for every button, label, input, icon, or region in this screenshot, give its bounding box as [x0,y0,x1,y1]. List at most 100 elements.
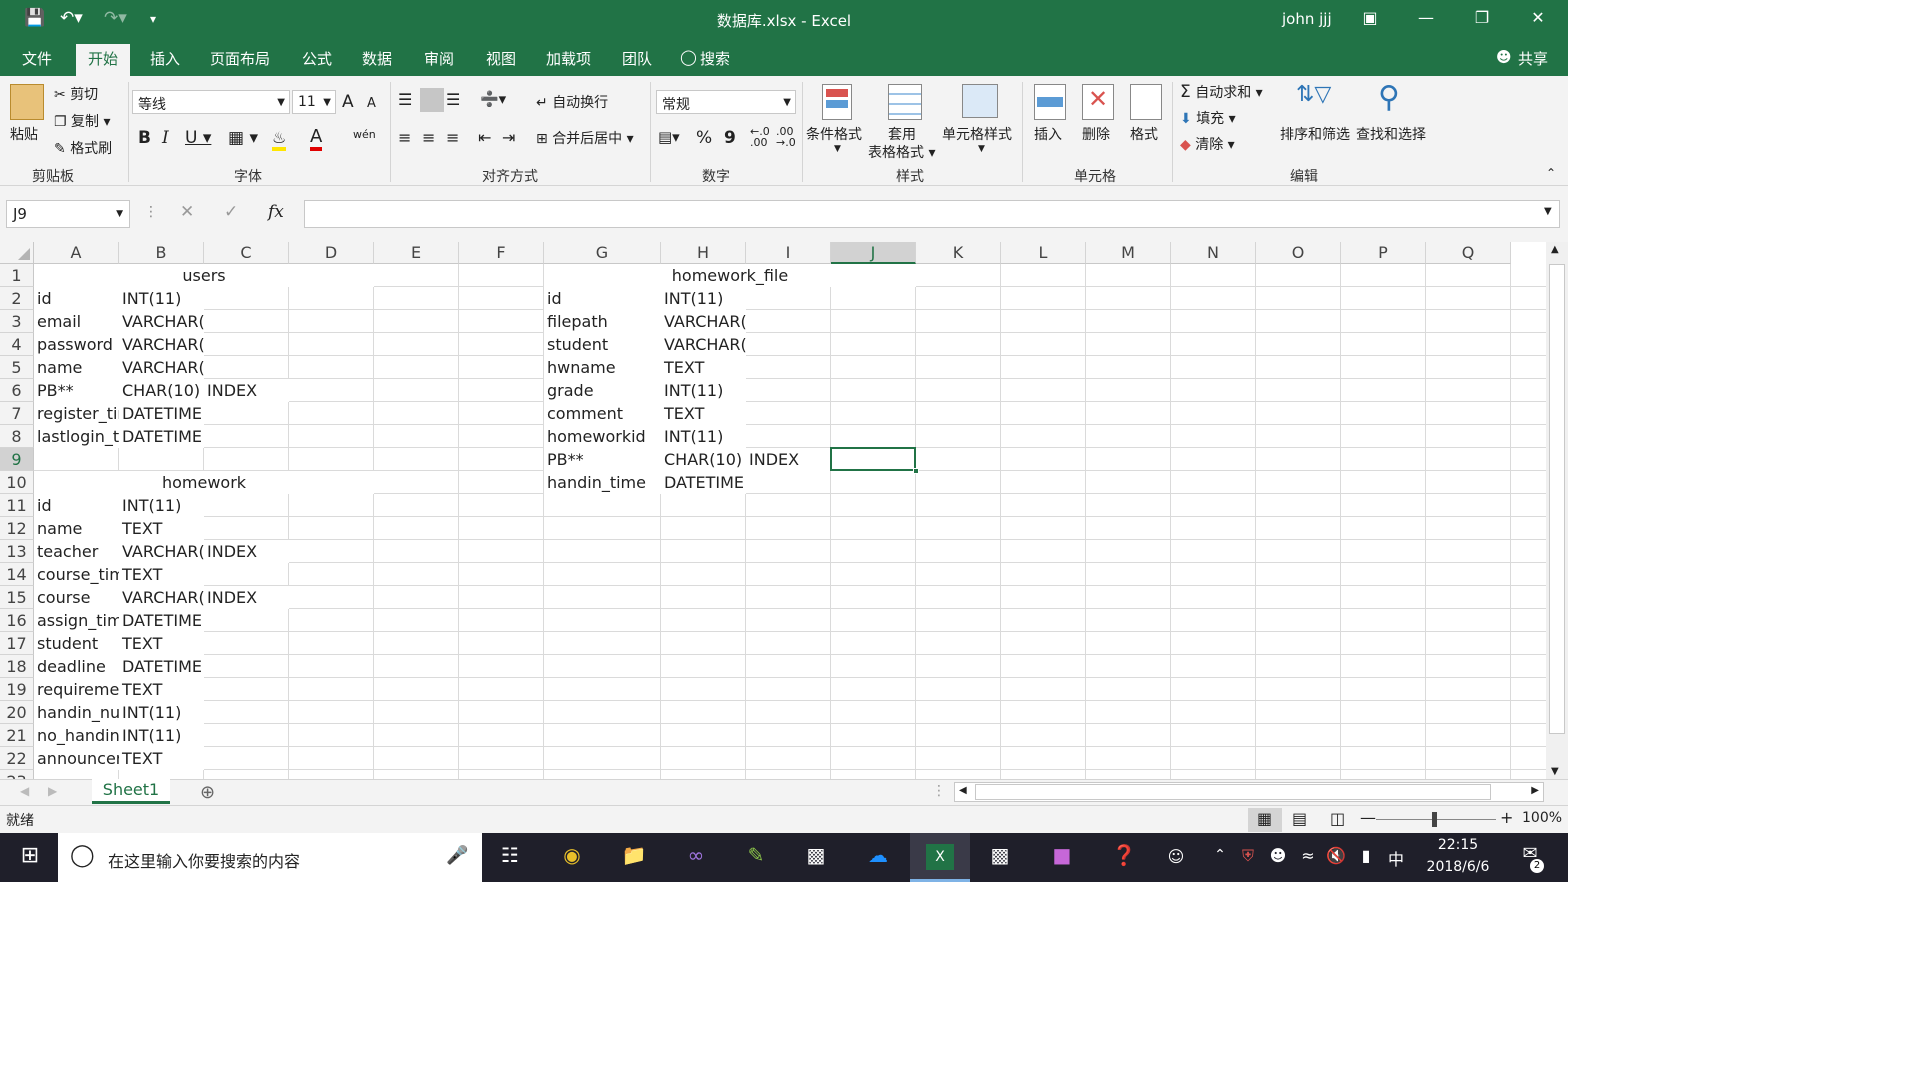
row-header-13[interactable]: 13 [0,540,34,563]
cell[interactable]: handin_nu [34,701,119,724]
cell[interactable]: TEXT [661,356,746,379]
underline-button[interactable]: U ▾ [185,128,211,148]
row-header-15[interactable]: 15 [0,586,34,609]
cell[interactable]: TEXT [661,402,746,425]
row-header-8[interactable]: 8 [0,425,34,448]
scroll-down-icon[interactable]: ▼ [1551,766,1559,777]
normal-view-button[interactable]: ▦ [1248,808,1282,832]
page-layout-view-icon[interactable]: ▤ [1292,809,1307,828]
percent-button[interactable]: % [696,128,712,148]
cmd-icon[interactable]: ▩ [984,843,1016,873]
tab-home[interactable]: 开始 [76,44,131,76]
expand-formula-bar-icon[interactable]: ▼ [1544,206,1552,217]
cell[interactable]: student [544,333,661,356]
column-header-b[interactable]: B [119,242,204,264]
ribbon-display-options-icon[interactable]: ▣ [1360,8,1380,27]
cell[interactable]: INDEX [204,540,289,563]
align-left-button[interactable]: ≡ [398,128,411,147]
worksheet-grid[interactable]: A B C D E F G H I J K L M N O P Q 1 2 3 4 5 6 7 8 9 10 11 12 13 14 15 16… [0,242,1546,779]
tab-page-layout[interactable]: 页面布局 [210,48,270,69]
comma-style-button[interactable]: 9 [724,128,736,148]
restore-icon[interactable]: ❐ [1472,8,1492,27]
paste-icon[interactable] [10,84,44,120]
cell[interactable]: VARCHAR(128) [119,356,204,379]
tab-view[interactable]: 视图 [486,48,516,69]
format-as-table-button[interactable]: 表格格式 ▾ [868,142,935,162]
security-icon[interactable]: ⛨ [1232,846,1264,876]
column-header-f[interactable]: F [459,242,544,264]
column-header-l[interactable]: L [1001,242,1086,264]
sort-filter-button[interactable]: 排序和筛选 [1280,124,1350,144]
scroll-up-icon[interactable]: ▲ [1551,244,1559,255]
formula-input[interactable] [304,200,1560,228]
column-header-k[interactable]: K [916,242,1001,264]
fill-color-button[interactable]: ♨ [272,128,287,151]
column-header-a[interactable]: A [34,242,119,264]
top-align-button[interactable]: ☰ [398,90,412,109]
column-header-j[interactable]: J [831,242,916,264]
cell[interactable]: INDEX [746,448,831,471]
cell[interactable]: password [34,333,119,356]
column-header-i[interactable]: I [746,242,831,264]
borders-button[interactable]: ▦ ▾ [228,128,258,148]
merged-cell-homework-file[interactable]: homework_file [544,264,916,287]
name-box[interactable]: J9 ▼ [6,200,130,228]
cell[interactable]: id [544,287,661,310]
cell[interactable]: INT(11) [119,287,204,310]
row-header-6[interactable]: 6 [0,379,34,402]
scroll-right-icon[interactable]: ▶ [1531,785,1539,796]
format-painter-button[interactable]: ✎ 格式刷 [54,138,112,158]
cell[interactable]: VARCHAR(128) [119,310,204,333]
horizontal-scrollbar[interactable]: ◀ ▶ [954,782,1544,802]
vertical-scrollbar[interactable]: ▲ ▼ [1546,242,1568,779]
cell[interactable]: email [34,310,119,333]
cell[interactable]: INT(11) [661,425,746,448]
font-color-button[interactable]: A [310,126,323,151]
column-header-d[interactable]: D [289,242,374,264]
minimize-icon[interactable]: — [1416,8,1436,27]
row-header-20[interactable]: 20 [0,701,34,724]
column-header-e[interactable]: E [374,242,459,264]
cell[interactable]: INDEX [204,379,289,402]
bottom-align-button[interactable]: ☰ [446,90,460,109]
select-all-corner[interactable] [0,242,34,264]
cell[interactable]: DATETIME [661,471,746,494]
column-header-n[interactable]: N [1171,242,1256,264]
cell[interactable]: assign_tim [34,609,119,632]
clock-time[interactable]: 22:15 [1420,837,1496,853]
conditional-formatting-button[interactable]: 条件格式 [806,124,862,144]
ime-indicator[interactable]: 中 [1380,846,1412,876]
orientation-button[interactable]: ➗▾ [480,90,506,108]
share-button[interactable]: 共享 [1518,48,1548,69]
volume-muted-icon[interactable]: 🔇 [1320,846,1352,876]
column-header-q[interactable]: Q [1426,242,1511,264]
zoom-out-button[interactable]: — [1360,808,1376,827]
cell[interactable]: announcer [34,747,119,770]
cell[interactable]: INDEX [204,586,289,609]
align-center-button[interactable]: ≡ [422,128,435,147]
row-header-23[interactable]: 23 [0,770,34,779]
merged-cell-homework[interactable]: homework [34,471,374,494]
cell[interactable]: teacher [34,540,119,563]
cell-styles-button[interactable]: 单元格样式 [942,124,1012,144]
insert-cells-button[interactable]: 插入 [1034,124,1062,144]
tab-addins[interactable]: 加载项 [546,48,591,69]
people-icon[interactable]: ☺ [1160,847,1192,877]
row-header-21[interactable]: 21 [0,724,34,747]
cell[interactable]: TEXT [119,563,204,586]
accounting-format-button[interactable]: ▤▾ [658,128,680,146]
cell[interactable]: deadline [34,655,119,678]
collapse-ribbon-icon[interactable]: ⌃ [1546,166,1556,180]
column-header-o[interactable]: O [1256,242,1341,264]
cell[interactable]: INT(11) [661,287,746,310]
format-cells-button[interactable]: 格式 [1130,124,1158,144]
phonetic-button[interactable]: wén [353,128,376,141]
cell[interactable]: course_tim [34,563,119,586]
bold-button[interactable]: B [138,128,151,148]
cancel-icon[interactable]: ✕ [180,202,194,222]
cell[interactable]: VARCHAR(128) [119,333,204,356]
row-header-12[interactable]: 12 [0,517,34,540]
cell[interactable]: DATETIME [119,609,204,632]
middle-align-button[interactable] [420,88,444,112]
cell[interactable]: id [34,287,119,310]
